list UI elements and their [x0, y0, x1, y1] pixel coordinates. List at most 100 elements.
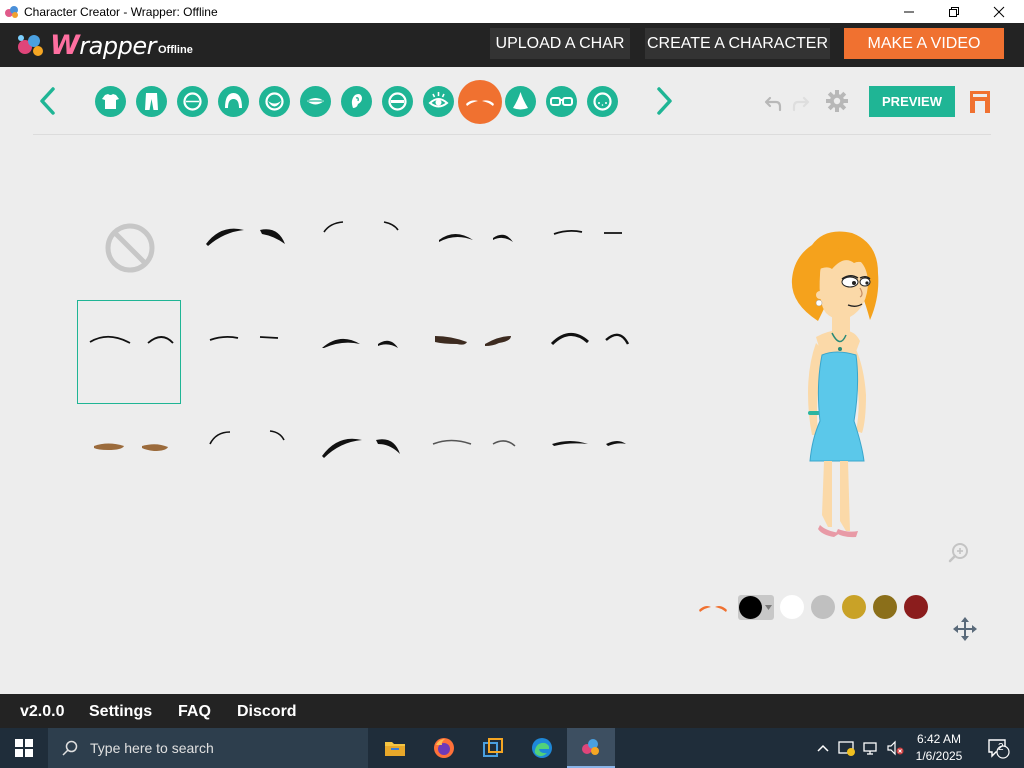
eyebrow-straight-thin-icon	[209, 335, 279, 341]
eyebrow-option-none[interactable]	[78, 196, 182, 300]
notification-center[interactable]: 2	[978, 728, 1018, 768]
category-face-details[interactable]	[587, 86, 618, 117]
version-label: v2.0.0	[20, 703, 65, 720]
zoom-in-icon[interactable]	[947, 541, 971, 565]
eyebrow-option-2[interactable]	[186, 196, 290, 300]
restore-icon	[949, 6, 959, 17]
clock-time: 6:42 AM	[916, 732, 962, 746]
eyebrow-option-6-selected[interactable]	[77, 300, 181, 404]
taskbar-clock[interactable]: 6:42 AM 1/6/2025	[906, 731, 972, 765]
upload-char-button[interactable]: UPLOAD A CHAR	[490, 28, 630, 59]
hair-icon	[225, 93, 242, 108]
edge-browser-icon	[532, 738, 552, 758]
minimize-button[interactable]	[886, 0, 932, 23]
tray-expand[interactable]	[813, 728, 833, 768]
color-swatch-gold[interactable]	[842, 595, 866, 619]
face-details-icon	[593, 92, 612, 111]
color-swatch-gray[interactable]	[811, 595, 835, 619]
next-category-arrow-icon[interactable]	[652, 86, 676, 116]
category-eyelid[interactable]	[382, 86, 413, 117]
taskbar-search-box[interactable]: Type here to search	[48, 728, 368, 768]
discord-link[interactable]: Discord	[237, 703, 297, 721]
wrapper-offline-icon	[582, 739, 599, 755]
glasses-icon	[550, 97, 573, 106]
start-button[interactable]	[0, 728, 48, 768]
category-shirt[interactable]	[95, 86, 126, 117]
move-arrows-icon[interactable]	[952, 616, 978, 642]
tray-defender[interactable]	[836, 728, 858, 768]
eyebrow-option-9[interactable]	[413, 300, 517, 404]
tray-volume[interactable]	[884, 728, 906, 768]
eyebrow-option-8[interactable]	[296, 300, 400, 404]
eyebrow-medium-arched-icon	[322, 338, 398, 348]
eyebrow-thick-arched-icon	[206, 228, 285, 246]
eyebrow-option-3[interactable]	[296, 196, 400, 300]
ear-icon	[351, 94, 362, 108]
category-pants[interactable]	[136, 86, 167, 117]
category-face[interactable]	[177, 86, 208, 117]
redo-icon[interactable]	[790, 92, 810, 112]
defender-warning-icon	[838, 741, 855, 756]
wrapper-logo[interactable]: Wrapper Offline	[16, 29, 193, 61]
eyebrow-option-10[interactable]	[530, 300, 634, 404]
eyebrow-option-14[interactable]	[413, 404, 517, 508]
settings-link[interactable]: Settings	[89, 703, 152, 721]
eyebrow-option-11[interactable]	[78, 404, 182, 508]
eyebrow-option-7[interactable]	[186, 300, 290, 404]
previous-category-arrow-icon[interactable]	[36, 86, 60, 116]
eyebrow-option-5[interactable]	[530, 196, 634, 300]
close-button[interactable]	[976, 0, 1022, 23]
search-icon	[62, 740, 78, 756]
selected-color-swatch	[739, 596, 762, 619]
tray-network[interactable]	[860, 728, 882, 768]
multi-window-app-icon	[483, 738, 503, 757]
logo-bubbles-icon	[18, 35, 43, 56]
taskbar-edge[interactable]	[518, 728, 566, 768]
eyebrow-round-arch-icon	[550, 333, 630, 346]
nose-icon	[513, 92, 528, 110]
category-glasses[interactable]	[546, 86, 577, 117]
taskbar-wrapper-offline[interactable]	[567, 728, 615, 768]
category-hair[interactable]	[218, 86, 249, 117]
category-facial-hair[interactable]	[259, 86, 290, 117]
eyebrow-option-15[interactable]	[530, 404, 634, 508]
category-ear[interactable]	[341, 86, 372, 117]
faq-link[interactable]: FAQ	[178, 703, 211, 721]
eyebrow-flat-thin-icon	[553, 229, 622, 235]
settings-gear-icon[interactable]	[825, 89, 849, 113]
save-icon[interactable]	[968, 89, 992, 115]
category-eye[interactable]	[423, 86, 454, 117]
taskbar-app-3[interactable]	[469, 728, 517, 768]
eyebrow-soft-arch-icon	[89, 335, 174, 344]
file-explorer-icon	[385, 742, 405, 756]
volume-muted-icon	[887, 740, 904, 756]
logo-text: Wrapper	[50, 29, 156, 61]
toolbar-divider	[33, 134, 991, 135]
eyebrow-option-4[interactable]	[413, 196, 517, 300]
color-swatch-olive[interactable]	[873, 595, 897, 619]
selected-color-picker[interactable]	[738, 595, 774, 620]
create-character-button[interactable]: CREATE A CHARACTER	[645, 28, 830, 59]
category-eyebrow[interactable]	[458, 80, 502, 124]
eyebrow-option-12[interactable]	[186, 404, 290, 508]
undo-icon[interactable]	[764, 92, 784, 112]
minimize-icon	[904, 11, 914, 12]
app-icon	[5, 5, 18, 18]
make-video-button[interactable]: MAKE A VIDEO	[844, 28, 1004, 59]
eyebrow-icon	[466, 100, 494, 106]
eyebrow-bushy-brown-icon	[435, 336, 511, 346]
windows-logo-icon	[15, 739, 33, 757]
preview-button[interactable]: PREVIEW	[869, 86, 955, 117]
firefox-icon	[434, 738, 454, 758]
restore-button[interactable]	[931, 0, 977, 23]
category-nose[interactable]	[505, 86, 536, 117]
taskbar-firefox[interactable]	[420, 728, 468, 768]
color-swatch-white[interactable]	[780, 595, 804, 619]
category-mouth[interactable]	[300, 86, 331, 117]
mouth-icon	[307, 98, 324, 105]
taskbar-file-explorer[interactable]	[371, 728, 419, 768]
eyebrow-option-13[interactable]	[296, 404, 400, 508]
search-placeholder: Type here to search	[90, 740, 214, 756]
window-title: Character Creator - Wrapper: Offline	[24, 4, 218, 19]
color-swatch-maroon[interactable]	[904, 595, 928, 619]
